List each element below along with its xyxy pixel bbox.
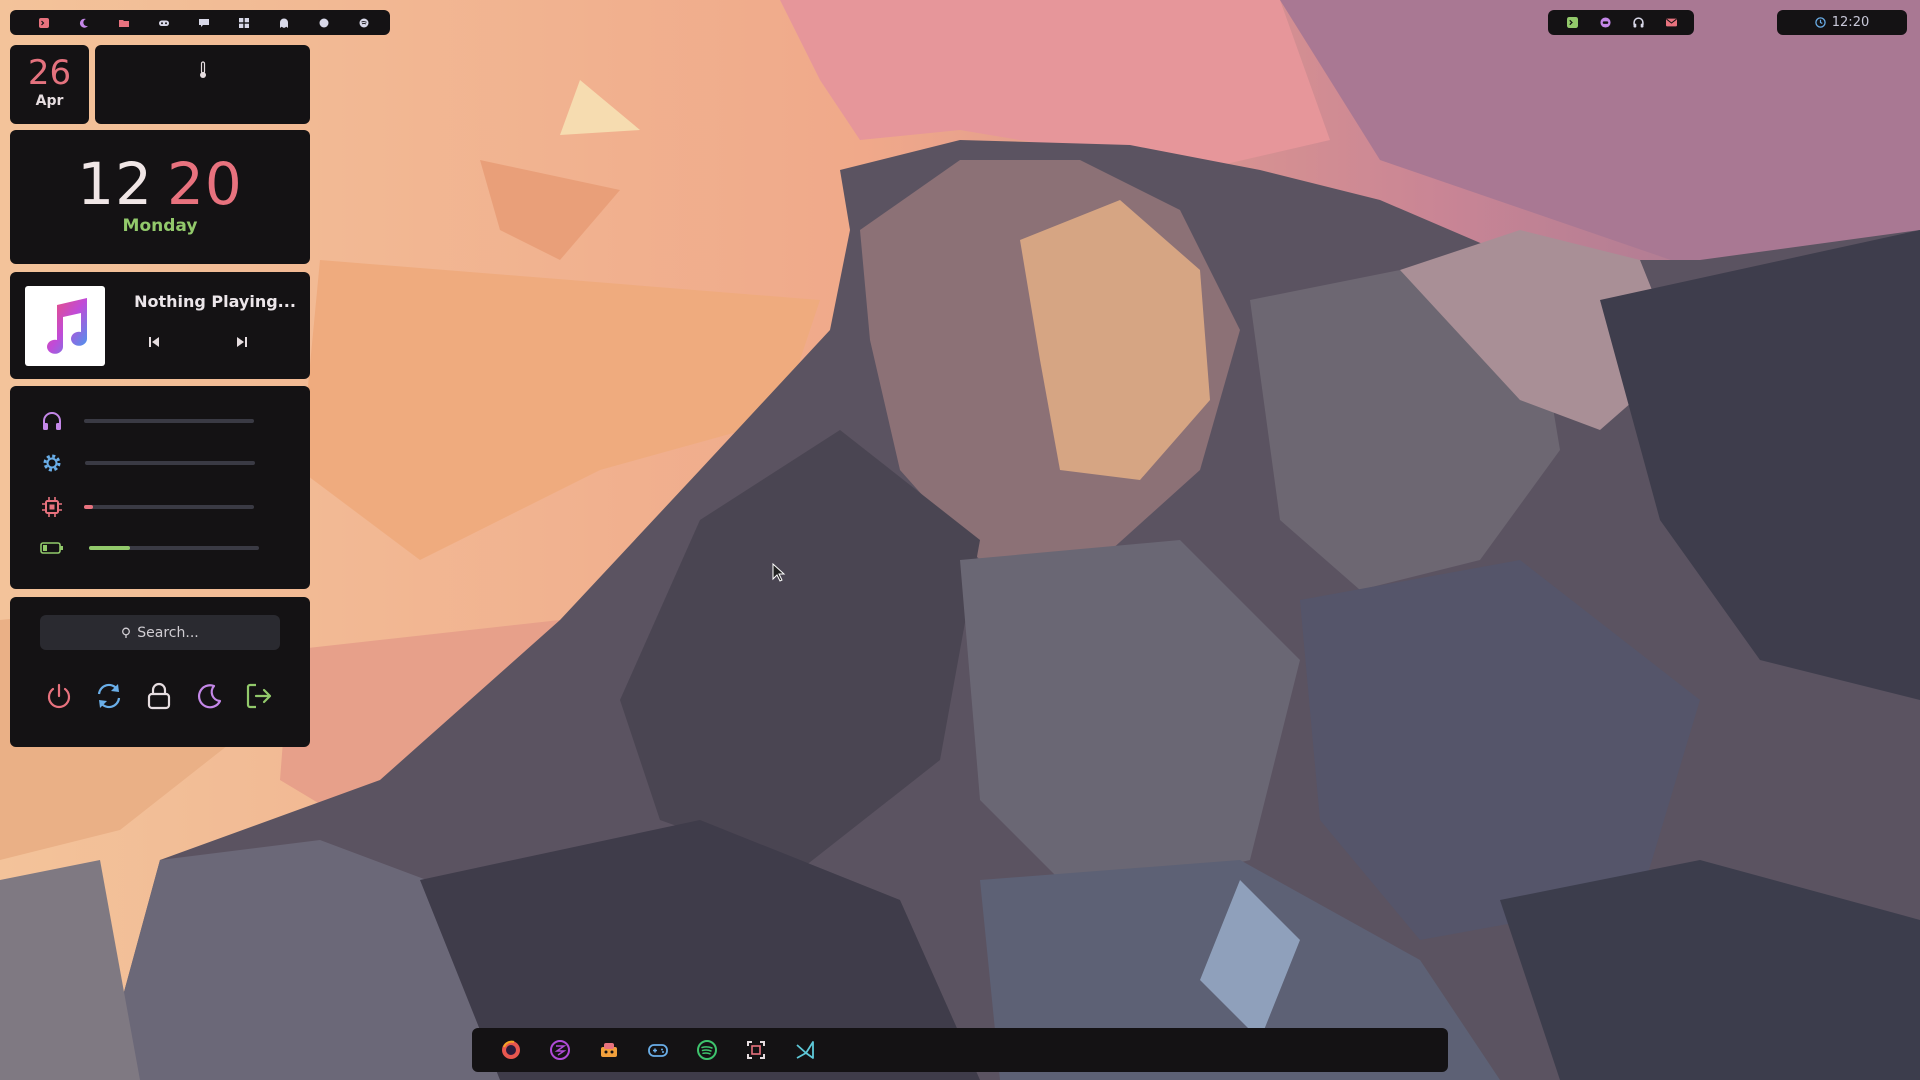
volume-slider-row xyxy=(40,408,280,434)
dock-app-code-editor[interactable] xyxy=(780,1028,829,1072)
big-clock: 12 20 xyxy=(10,152,310,216)
weather-widget xyxy=(95,45,310,124)
system-tray xyxy=(1548,10,1694,35)
cpu-icon xyxy=(42,497,62,517)
lock-icon xyxy=(147,682,171,710)
thermometer-icon xyxy=(199,61,206,78)
workspace-7-button[interactable] xyxy=(264,10,304,35)
workspace-9-button[interactable] xyxy=(344,10,384,35)
gamepad-icon xyxy=(159,20,169,26)
chat-icon xyxy=(199,18,209,27)
refresh-icon xyxy=(97,683,121,709)
search-placeholder: Search... xyxy=(137,624,199,641)
spotify-icon xyxy=(696,1040,717,1060)
dock-app-firefox[interactable] xyxy=(486,1028,535,1072)
date-widget: 26 Apr xyxy=(10,45,89,124)
cpu-usage-bar xyxy=(84,505,254,509)
vscode-icon xyxy=(795,1041,814,1059)
workspace-3-button[interactable] xyxy=(104,10,144,35)
battery-icon xyxy=(40,542,63,554)
brightness-slider-row xyxy=(40,450,280,476)
logout-icon xyxy=(246,683,272,709)
brightness-slider[interactable] xyxy=(85,461,255,465)
dock-app-lutris[interactable] xyxy=(584,1028,633,1072)
battery-level-bar xyxy=(89,546,259,550)
firefox-icon xyxy=(501,1040,520,1059)
dot-icon xyxy=(319,18,329,27)
workspace-2-button[interactable] xyxy=(64,10,104,35)
ghost-icon xyxy=(280,18,288,28)
clock-icon xyxy=(1815,17,1826,28)
terminal-icon xyxy=(39,17,49,28)
battery-fill xyxy=(89,546,130,550)
discord-icon xyxy=(1600,17,1611,28)
tray-item-terminal[interactable] xyxy=(1556,10,1589,35)
gear-icon xyxy=(43,454,61,472)
clock-minute: 20 xyxy=(167,150,243,218)
reboot-button[interactable] xyxy=(92,679,126,713)
clock-widget: 12 20 Monday xyxy=(10,130,310,264)
clock-hour: 12 xyxy=(77,150,153,218)
moon-icon xyxy=(79,18,88,28)
folder-icon xyxy=(119,19,129,27)
workspace-1-button[interactable] xyxy=(24,10,64,35)
battery-slider-row xyxy=(40,535,280,561)
music-icon xyxy=(359,18,369,27)
mail-icon xyxy=(1666,18,1677,27)
app-dock xyxy=(472,1028,1448,1072)
workspace-5-button[interactable] xyxy=(184,10,224,35)
album-art xyxy=(25,286,105,366)
cpu-fill xyxy=(84,505,93,509)
music-widget: Nothing Playing... xyxy=(10,272,310,379)
date-month: Apr xyxy=(35,93,64,109)
previous-track-button[interactable] xyxy=(142,330,166,354)
emacs-icon xyxy=(549,1040,570,1060)
skip-back-icon xyxy=(149,337,159,347)
search-icon xyxy=(122,627,131,638)
music-note-icon xyxy=(47,298,87,354)
topbar-clock[interactable]: 12:20 xyxy=(1777,10,1907,35)
workspace-8-button[interactable] xyxy=(304,10,344,35)
workspace-bar xyxy=(10,10,390,35)
tray-item-mail[interactable] xyxy=(1655,10,1688,35)
screenshot-icon xyxy=(746,1041,765,1059)
tray-item-discord[interactable] xyxy=(1589,10,1622,35)
terminal-icon xyxy=(1567,17,1578,28)
tray-item-headphones[interactable] xyxy=(1622,10,1655,35)
song-title: Nothing Playing... xyxy=(134,292,296,311)
headphones-icon xyxy=(1633,17,1644,28)
lock-button[interactable] xyxy=(142,679,176,713)
topbar-time: 12:20 xyxy=(1831,15,1870,30)
lutris-icon xyxy=(600,1043,617,1057)
dock-app-emacs[interactable] xyxy=(535,1028,584,1072)
moon-icon xyxy=(197,684,222,709)
mouse-cursor-icon xyxy=(772,563,786,582)
grid-icon xyxy=(239,17,249,28)
cpu-slider-row xyxy=(40,494,280,520)
volume-slider[interactable] xyxy=(84,419,254,423)
dock-app-screenshot[interactable] xyxy=(731,1028,780,1072)
power-icon xyxy=(47,683,71,709)
skip-forward-icon xyxy=(237,337,247,347)
power-button[interactable] xyxy=(42,679,76,713)
headphones-icon xyxy=(43,412,61,430)
next-track-button[interactable] xyxy=(230,330,254,354)
date-day: 26 xyxy=(27,53,72,93)
clock-weekday: Monday xyxy=(122,216,198,236)
workspace-4-button[interactable] xyxy=(144,10,184,35)
sleep-button[interactable] xyxy=(192,679,226,713)
gamepad-icon xyxy=(647,1044,668,1057)
dock-app-gamepad[interactable] xyxy=(633,1028,682,1072)
system-sliders xyxy=(10,386,310,589)
workspace-6-button[interactable] xyxy=(224,10,264,35)
logout-button[interactable] xyxy=(242,679,276,713)
system-actions: Search... xyxy=(10,597,310,747)
dock-app-spotify[interactable] xyxy=(682,1028,731,1072)
search-input[interactable]: Search... xyxy=(40,615,280,650)
